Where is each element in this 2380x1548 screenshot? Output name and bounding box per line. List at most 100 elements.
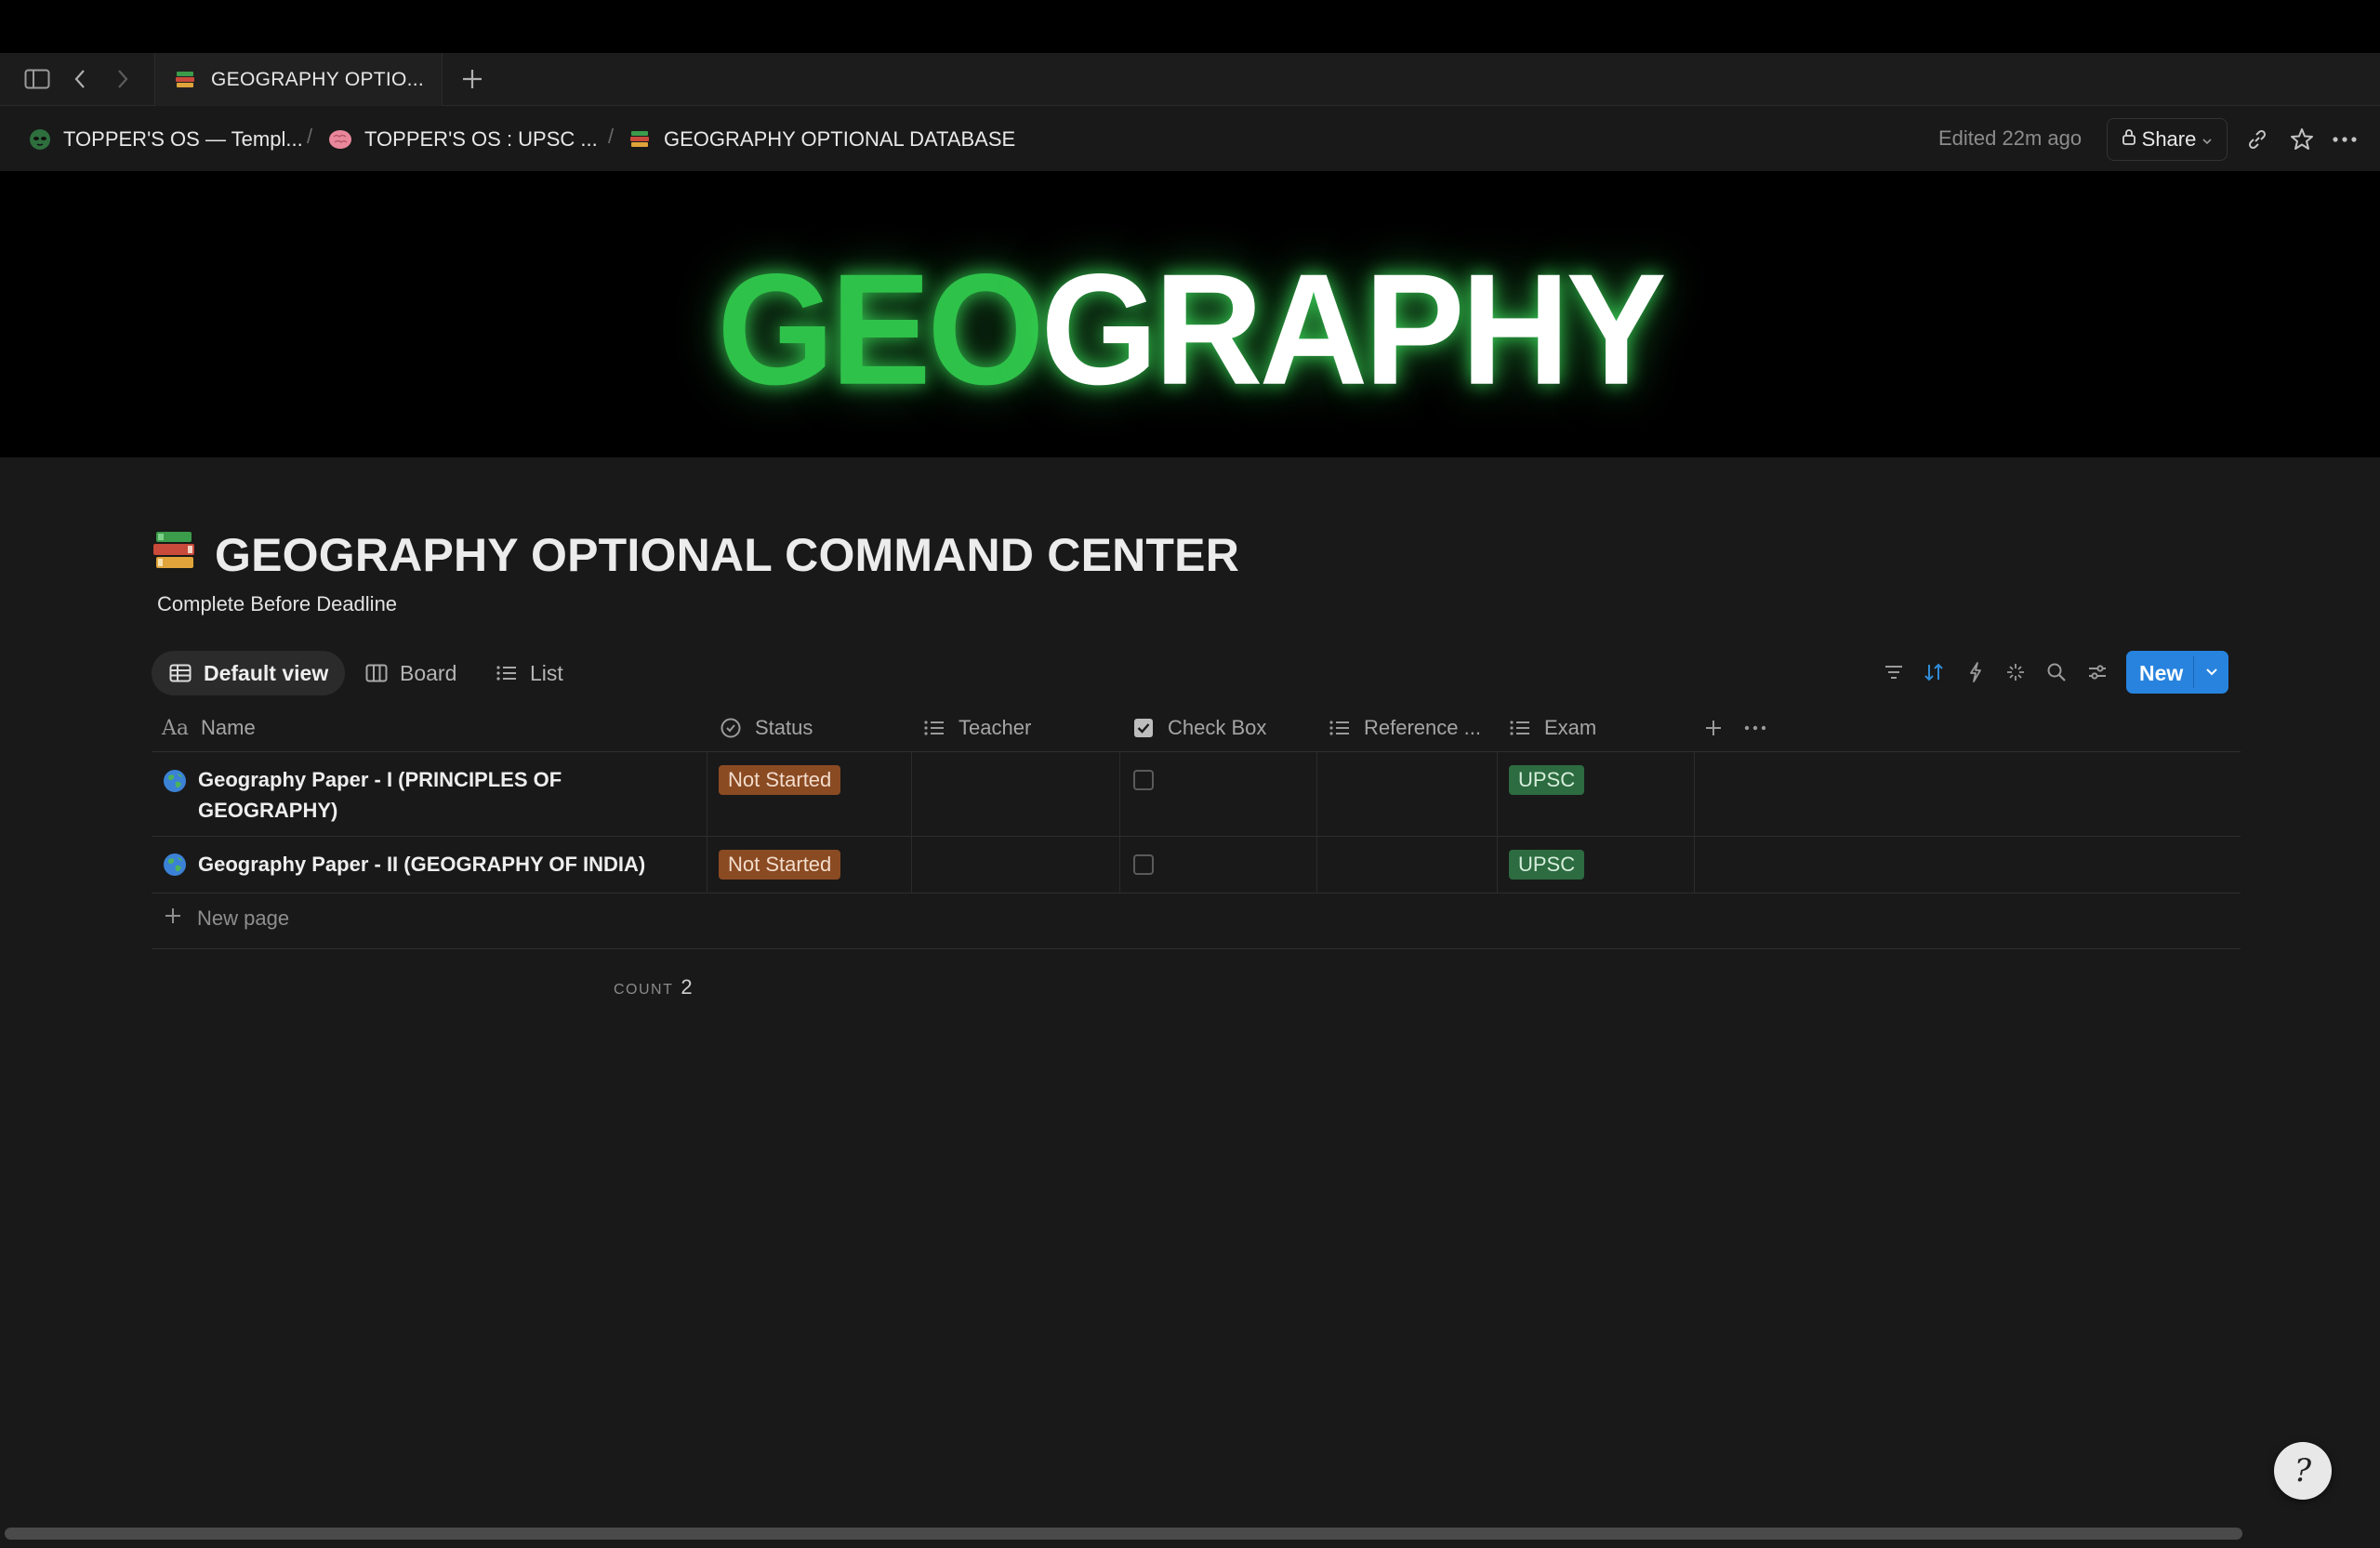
- view-label: List: [530, 660, 563, 685]
- chevron-down-icon[interactable]: [2201, 660, 2223, 684]
- page-title: GEOGRAPHY OPTIONAL COMMAND CENTER: [215, 529, 1240, 581]
- column-header-status[interactable]: Status: [719, 711, 813, 745]
- share-label: Share: [2141, 127, 2197, 151]
- status-badge[interactable]: Not Started: [719, 765, 841, 795]
- lock-icon: [2122, 127, 2136, 152]
- column-header-name[interactable]: Aa Name: [162, 711, 256, 745]
- status-badge[interactable]: Not Started: [719, 850, 841, 880]
- tab-title: GEOGRAPHY OPTIO...: [211, 68, 425, 90]
- sort-icon[interactable]: [1920, 658, 1948, 686]
- new-page-label: New page: [197, 906, 290, 930]
- column-divider: [1694, 752, 1695, 893]
- forward-arrow-icon[interactable]: [108, 64, 138, 94]
- globe-icon: [162, 852, 188, 878]
- books-icon: [174, 68, 198, 92]
- column-label: Exam: [1544, 716, 1597, 739]
- breadcrumb-label: TOPPER'S OS — Templ...: [63, 127, 303, 151]
- books-icon: [628, 127, 653, 152]
- brain-icon: [327, 127, 353, 152]
- globe-icon: [162, 768, 188, 794]
- checkbox[interactable]: [1133, 770, 1154, 790]
- tab-list[interactable]: List: [478, 651, 580, 695]
- row-title-line: GEOGRAPHY): [198, 799, 338, 822]
- add-column-plus-icon[interactable]: [1703, 711, 1724, 745]
- count-value: 2: [681, 975, 693, 999]
- checkbox-icon: [1131, 716, 1156, 740]
- exam-tag[interactable]: UPSC: [1509, 850, 1585, 880]
- column-label: Teacher: [959, 716, 1032, 739]
- column-header-exam[interactable]: Exam: [1508, 711, 1596, 745]
- automation-lightning-icon[interactable]: [1962, 658, 1990, 686]
- back-arrow-icon[interactable]: [65, 64, 95, 94]
- row-title[interactable]: Geography Paper - I (PRINCIPLES OF GEOGR…: [198, 764, 691, 826]
- view-label: Board: [400, 660, 457, 685]
- cover-title-green: GEO: [717, 241, 1044, 418]
- window-top-strip: [0, 0, 2380, 53]
- filter-icon[interactable]: [1880, 658, 1908, 686]
- page-books-icon[interactable]: [151, 526, 201, 576]
- column-divider: [1119, 752, 1120, 893]
- new-button-label: New: [2139, 661, 2184, 685]
- breadcrumb: TOPPER'S OS — Templ... / TOPPER'S OS : U…: [0, 106, 2380, 171]
- cover-image: GEOGRAPHY: [0, 171, 2380, 457]
- alien-icon: [28, 127, 52, 152]
- new-button-divider: [2193, 656, 2194, 688]
- board-icon: [364, 661, 389, 685]
- table-header-divider: [152, 751, 2241, 752]
- list-icon: [1328, 716, 1352, 740]
- breadcrumb-item-toppers-os-upsc[interactable]: TOPPER'S OS : UPSC ...: [327, 125, 598, 154]
- chevron-down-icon: [2202, 127, 2213, 152]
- new-tab-plus-icon[interactable]: [457, 64, 487, 94]
- column-label: Check Box: [1168, 716, 1267, 739]
- tab-default-view[interactable]: Default view: [152, 651, 346, 695]
- new-page-button[interactable]: New page: [164, 906, 289, 931]
- column-header-check-box[interactable]: Check Box: [1131, 711, 1266, 745]
- breadcrumb-label: TOPPER'S OS : UPSC ...: [364, 127, 598, 151]
- column-divider: [1316, 752, 1317, 893]
- column-more-options-icon[interactable]: [1744, 711, 1766, 745]
- breadcrumb-item-toppers-os[interactable]: TOPPER'S OS — Templ...: [28, 125, 303, 154]
- column-header-teacher[interactable]: Teacher: [922, 711, 1031, 745]
- count-label: COUNT: [614, 982, 674, 998]
- breadcrumb-separator: /: [608, 125, 615, 148]
- star-icon[interactable]: [2287, 125, 2317, 154]
- column-divider: [911, 752, 912, 893]
- share-button[interactable]: Share: [2107, 118, 2228, 161]
- list-icon: [495, 661, 519, 685]
- column-header-reference[interactable]: Reference ...: [1328, 711, 1481, 745]
- count-summary[interactable]: COUNT 2: [614, 975, 693, 999]
- horizontal-scrollbar[interactable]: [5, 1528, 2242, 1540]
- breadcrumb-item-geography-database[interactable]: GEOGRAPHY OPTIONAL DATABASE: [628, 125, 1015, 154]
- row-divider: [152, 948, 2241, 949]
- settings-sliders-icon[interactable]: [2083, 658, 2111, 686]
- column-label: Status: [755, 716, 813, 739]
- column-label: Reference ...: [1364, 716, 1481, 739]
- new-button[interactable]: New: [2126, 651, 2228, 694]
- view-label: Default view: [204, 660, 329, 685]
- tab-board[interactable]: Board: [348, 651, 473, 695]
- tab-bar: GEOGRAPHY OPTIO...: [0, 53, 2380, 106]
- row-title-line: Geography Paper - I (PRINCIPLES OF: [198, 768, 562, 791]
- row-divider: [152, 836, 2241, 837]
- breadcrumb-separator: /: [307, 125, 313, 148]
- sidebar-toggle-icon[interactable]: [22, 64, 52, 94]
- help-icon: ?: [2294, 1452, 2312, 1489]
- checkbox[interactable]: [1133, 854, 1154, 875]
- link-icon[interactable]: [2242, 125, 2272, 154]
- cover-title-white: GRAPHY: [1040, 241, 1666, 418]
- more-options-icon[interactable]: [2330, 125, 2360, 154]
- help-button[interactable]: ?: [2274, 1442, 2332, 1500]
- exam-tag[interactable]: UPSC: [1509, 765, 1585, 795]
- cover-title: GEOGRAPHY: [0, 239, 2380, 420]
- plus-icon: [164, 906, 182, 931]
- column-divider: [1497, 752, 1498, 893]
- tab-geography[interactable]: GEOGRAPHY OPTIO...: [154, 53, 443, 106]
- ai-sparkle-icon[interactable]: [2002, 658, 2030, 686]
- status-icon: [719, 716, 743, 740]
- page-subtitle: Complete Before Deadline: [157, 592, 398, 615]
- table-icon: [168, 661, 192, 685]
- list-icon: [1508, 716, 1532, 740]
- search-icon[interactable]: [2043, 658, 2070, 686]
- edited-timestamp: Edited 22m ago: [1938, 126, 2082, 150]
- list-icon: [922, 716, 946, 740]
